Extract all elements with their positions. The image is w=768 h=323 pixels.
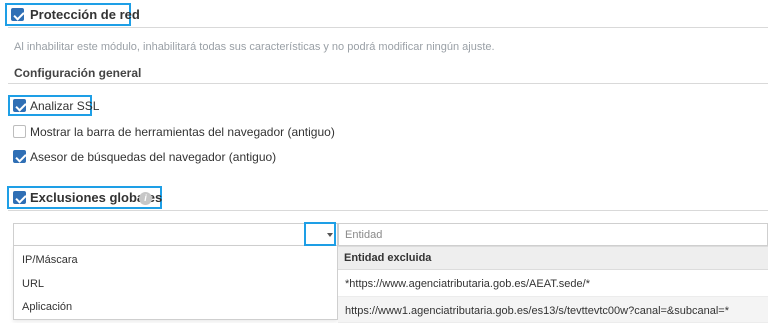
excluded-entity-cell: *https://www.agenciatributaria.gob.es/AE… <box>345 278 590 290</box>
exclusion-type-dropdown: IP/Máscara URL Aplicación <box>13 246 338 320</box>
search-advisor-label: Asesor de búsquedas del navegador (antig… <box>30 150 277 164</box>
excluded-entity-cell: https://www1.agenciatributaria.gob.es/es… <box>345 305 730 317</box>
excluded-table-header: Entidad excluida <box>338 246 768 270</box>
table-row[interactable]: *https://www.agenciatributaria.gob.es/AE… <box>338 270 768 297</box>
ssl-label: Analizar SSL <box>30 99 100 113</box>
network-protection-title: Protección de red <box>30 7 140 22</box>
entity-placeholder: Entidad <box>345 229 383 241</box>
ssl-checkbox[interactable] <box>13 99 26 112</box>
global-exclusions-divider <box>8 210 768 211</box>
browser-toolbar-checkbox[interactable] <box>13 125 26 138</box>
global-exclusions-checkbox[interactable] <box>13 191 26 204</box>
network-protection-notice: Al inhabilitar este módulo, inhabilitará… <box>14 41 495 53</box>
table-row[interactable]: https://www1.agenciatributaria.gob.es/es… <box>338 297 768 323</box>
search-advisor-checkbox[interactable] <box>13 150 26 163</box>
network-protection-checkbox[interactable] <box>11 8 24 21</box>
dropdown-option-ip-mask[interactable]: IP/Máscara <box>22 254 78 266</box>
excluded-entity-column-header[interactable]: Entidad excluida <box>344 252 431 264</box>
info-icon[interactable]: i <box>139 192 152 205</box>
browser-toolbar-label: Mostrar la barra de herramientas del nav… <box>30 125 335 139</box>
dropdown-option-url[interactable]: URL <box>22 278 44 290</box>
general-config-title: Configuración general <box>14 66 142 80</box>
dropdown-option-application[interactable]: Aplicación <box>22 301 72 313</box>
chevron-down-icon[interactable] <box>327 233 333 237</box>
network-protection-divider <box>8 27 768 28</box>
exclusion-type-select[interactable] <box>13 223 338 246</box>
general-config-divider <box>8 83 768 84</box>
entity-input[interactable]: Entidad <box>338 223 768 246</box>
